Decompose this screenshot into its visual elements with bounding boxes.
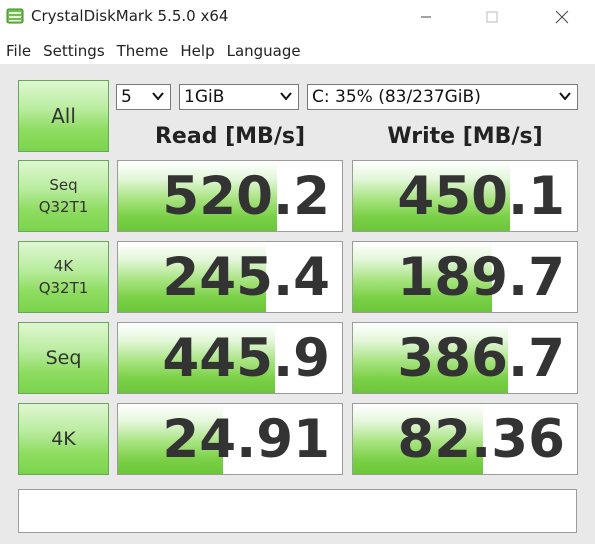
menu-help[interactable]: Help xyxy=(174,38,220,64)
4k-q32t1-read: 245.4 xyxy=(117,241,343,313)
write-value: 189.7 xyxy=(397,246,565,308)
all-button-label: All xyxy=(51,104,76,128)
test-count-value: 5 xyxy=(121,87,132,107)
write-value: 82.36 xyxy=(397,408,565,470)
seq-q32t1-write: 450.1 xyxy=(352,160,578,232)
write-value: 386.7 xyxy=(397,327,565,389)
test-size-value: 1GiB xyxy=(184,87,225,107)
4k-q32t1-write: 189.7 xyxy=(352,241,578,313)
minimize-button[interactable] xyxy=(403,0,449,34)
window-title: CrystalDiskMark 5.5.0 x64 xyxy=(31,7,229,25)
maximize-button[interactable] xyxy=(469,0,515,34)
write-header: Write [MB/s] xyxy=(387,124,543,149)
seq-q32t1-read: 520.2 xyxy=(117,160,343,232)
seq-button[interactable]: Seq xyxy=(18,322,109,394)
read-value: 520.2 xyxy=(162,165,330,227)
chevron-down-icon xyxy=(280,92,292,101)
read-value: 445.9 xyxy=(162,327,330,389)
menu-settings[interactable]: Settings xyxy=(37,38,111,64)
maximize-icon xyxy=(486,11,498,23)
seq-q32t1-button[interactable]: Seq Q32T1 xyxy=(18,160,109,232)
chevron-down-icon xyxy=(559,92,571,101)
test-count-select[interactable]: 5 xyxy=(116,84,171,110)
menu-bar: File Settings Theme Help Language xyxy=(0,38,307,64)
menu-language[interactable]: Language xyxy=(221,38,307,64)
seq-write: 386.7 xyxy=(352,322,578,394)
test-label-line2: Q32T1 xyxy=(38,198,89,216)
4k-read: 24.91 xyxy=(117,403,343,475)
read-value: 24.91 xyxy=(162,408,330,470)
test-label-line1: Seq xyxy=(49,176,78,194)
4k-write: 82.36 xyxy=(352,403,578,475)
read-header: Read [MB/s] xyxy=(154,124,305,149)
test-label-line2: Q32T1 xyxy=(38,279,89,297)
write-value: 450.1 xyxy=(397,165,565,227)
close-button[interactable] xyxy=(539,0,585,34)
close-icon xyxy=(555,10,569,24)
chevron-down-icon xyxy=(152,92,164,101)
test-label-line1: 4K xyxy=(53,257,74,275)
seq-read: 445.9 xyxy=(117,322,343,394)
test-label-line1: 4K xyxy=(51,428,76,450)
all-button[interactable]: All xyxy=(18,80,109,152)
test-label-line1: Seq xyxy=(45,347,82,369)
menu-theme[interactable]: Theme xyxy=(111,38,175,64)
4k-button[interactable]: 4K xyxy=(18,403,109,475)
menu-file[interactable]: File xyxy=(0,38,37,64)
test-size-select[interactable]: 1GiB xyxy=(179,84,299,110)
comment-field[interactable] xyxy=(18,489,577,533)
app-icon xyxy=(6,8,24,24)
minimize-icon xyxy=(421,16,431,18)
drive-value: C: 35% (83/237GiB) xyxy=(312,87,481,107)
4k-q32t1-button[interactable]: 4K Q32T1 xyxy=(18,241,109,313)
read-value: 245.4 xyxy=(162,246,330,308)
title-bar: CrystalDiskMark 5.5.0 x64 xyxy=(0,0,595,34)
drive-select[interactable]: C: 35% (83/237GiB) xyxy=(307,84,578,110)
